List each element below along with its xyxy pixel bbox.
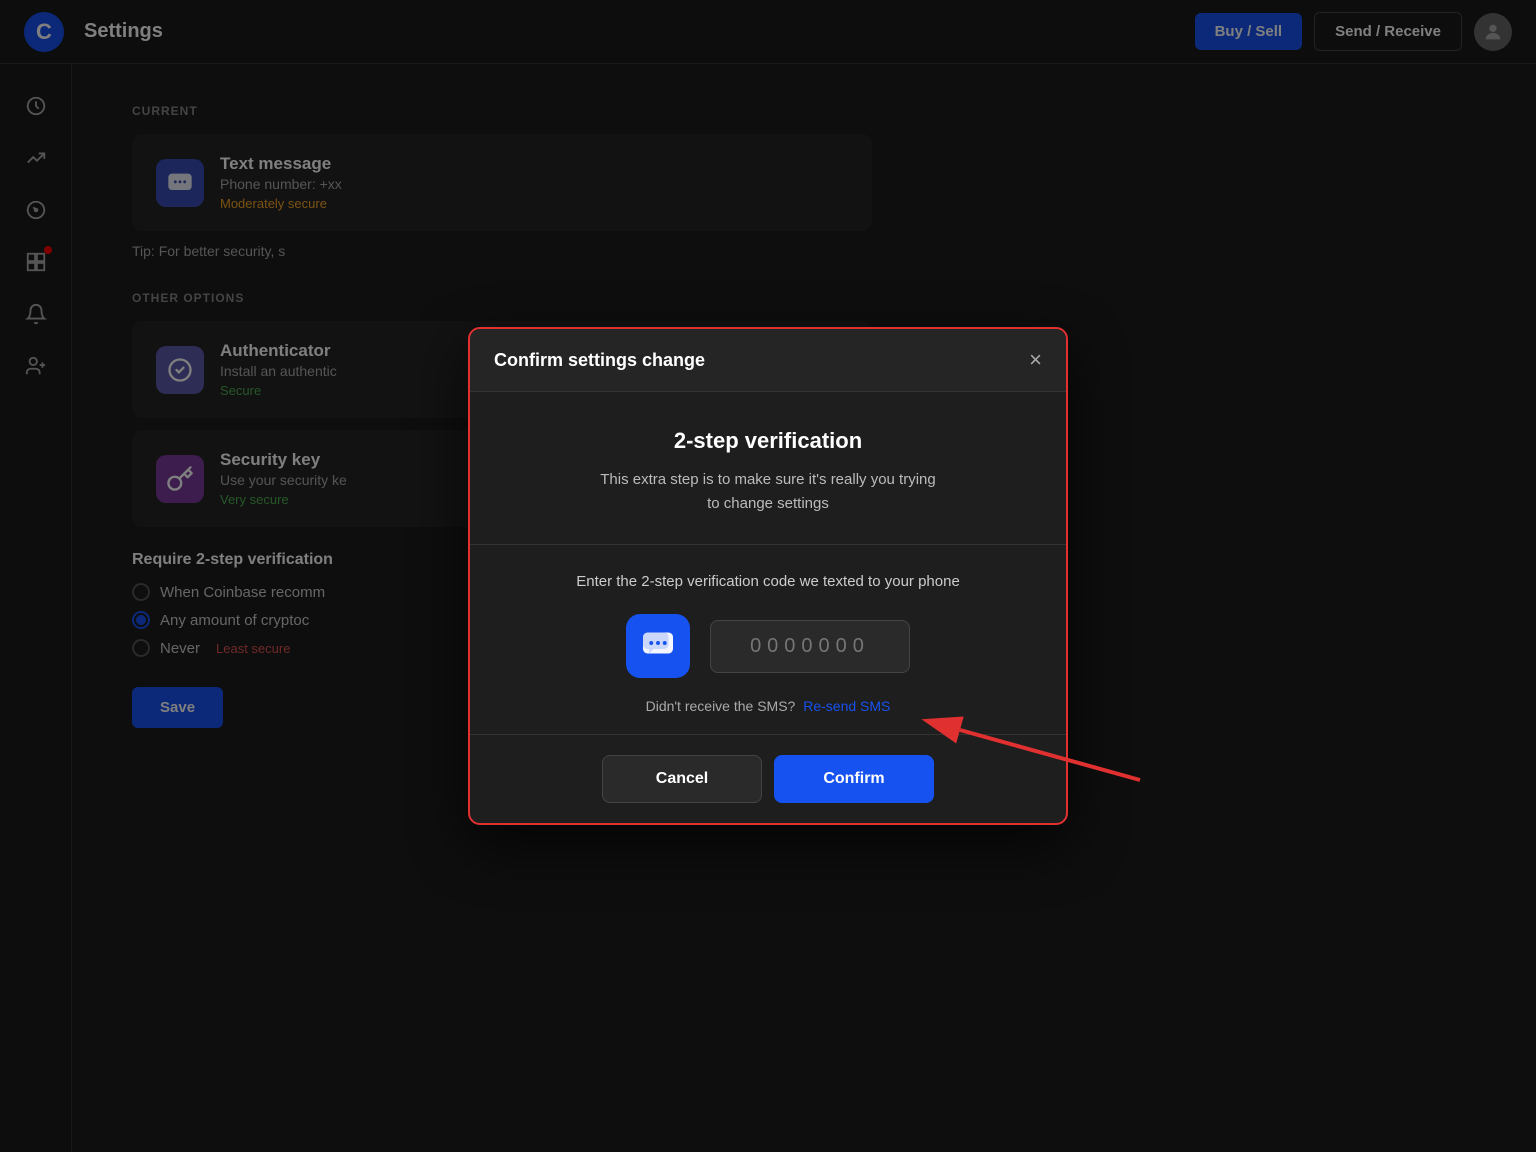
- verification-code-input[interactable]: [710, 620, 910, 673]
- resend-sms-link[interactable]: Re-send SMS: [803, 698, 890, 714]
- resend-text: Didn't receive the SMS?: [646, 698, 796, 714]
- resend-row: Didn't receive the SMS? Re-send SMS: [510, 698, 1026, 714]
- confirm-button[interactable]: Confirm: [774, 755, 934, 803]
- cancel-button[interactable]: Cancel: [602, 755, 762, 803]
- verify-prompt: Enter the 2-step verification code we te…: [510, 573, 1026, 590]
- modal-footer: Cancel Confirm: [470, 735, 1066, 823]
- modal-overlay: Confirm settings change × 2-step verific…: [0, 0, 1536, 1152]
- modal-close-button[interactable]: ×: [1029, 349, 1042, 371]
- modal-body-top: 2-step verification This extra step is t…: [470, 392, 1066, 545]
- verify-row: [510, 614, 1026, 678]
- two-step-title: 2-step verification: [510, 428, 1026, 454]
- sms-icon: [626, 614, 690, 678]
- two-step-desc: This extra step is to make sure it's rea…: [510, 468, 1026, 516]
- modal-title: Confirm settings change: [494, 350, 705, 371]
- confirm-settings-modal: Confirm settings change × 2-step verific…: [468, 327, 1068, 825]
- modal-header: Confirm settings change ×: [470, 329, 1066, 392]
- modal-body-mid: Enter the 2-step verification code we te…: [470, 545, 1066, 735]
